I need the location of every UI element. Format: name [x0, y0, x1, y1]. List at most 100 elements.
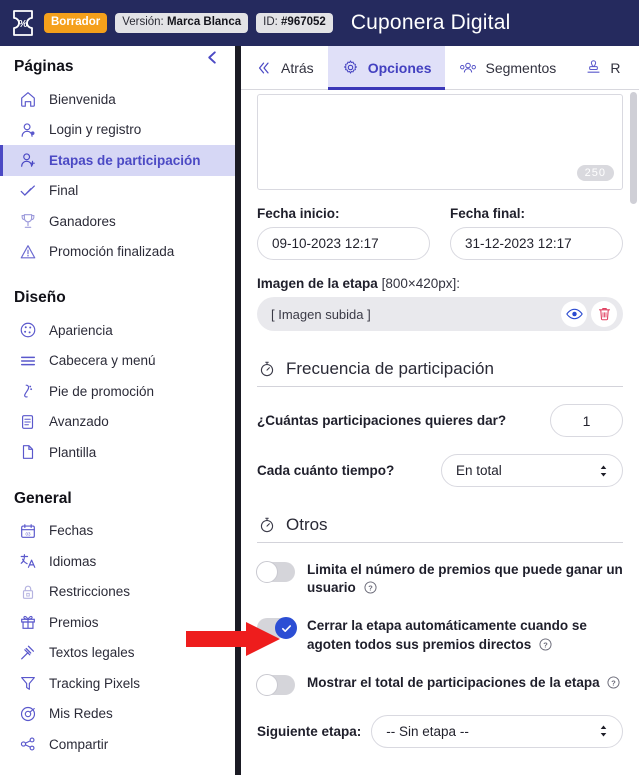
app-root: % Borrador Versión: Marca Blanca ID: #96…	[0, 0, 639, 775]
user-login-icon	[18, 120, 38, 140]
image-label-text: Imagen de la etapa	[257, 276, 378, 291]
lock-icon	[18, 582, 38, 602]
sidebar-item-ganadores[interactable]: Ganadores	[0, 206, 235, 237]
next-stage-value: -- Sin etapa --	[386, 723, 469, 739]
sidebar-item-label: Apariencia	[49, 322, 113, 338]
tab-label: Opciones	[367, 59, 432, 76]
sidebar-item-final[interactable]: Final	[0, 176, 235, 207]
character-counter: 250	[576, 165, 614, 181]
top-header-bar: % Borrador Versión: Marca Blanca ID: #96…	[0, 0, 639, 46]
sidebar-item-plantilla[interactable]: Plantilla	[0, 437, 235, 468]
user-stage-icon	[18, 150, 38, 170]
participations-count-input[interactable]: 1	[550, 404, 623, 437]
tab-atras[interactable]: Atrás	[241, 46, 328, 89]
limit-prizes-toggle[interactable]	[256, 561, 295, 583]
sidebar-item-label: Cabecera y menú	[49, 353, 156, 369]
image-dimensions-hint: [800×420px]:	[381, 276, 461, 291]
eye-icon[interactable]	[561, 301, 587, 327]
sidebar-item-mis-redes[interactable]: Mis Redes	[0, 699, 235, 730]
participations-count-label: ¿Cuántas participaciones quieres dar?	[257, 413, 507, 428]
calendar-icon: 03	[18, 521, 38, 541]
sidebar-item-etapas-de-participacion[interactable]: Etapas de participación	[0, 145, 235, 176]
sidebar-item-apariencia[interactable]: Apariencia	[0, 315, 235, 346]
limit-prizes-label: Limita el número de premios que puede ga…	[307, 561, 623, 599]
question-circle-icon[interactable]: ?	[363, 581, 377, 599]
sidebar-collapse-button[interactable]	[202, 47, 222, 67]
sidebar-group-title-general: General	[14, 489, 72, 507]
toggle-row-auto-close-stage: Cerrar la etapa automáticamente cuando s…	[257, 617, 623, 655]
svg-text:?: ?	[368, 584, 373, 593]
date-start-input[interactable]: 09-10-2023 12:17	[257, 227, 430, 260]
gear-icon	[342, 59, 360, 77]
auto-close-stage-label: Cerrar la etapa automáticamente cuando s…	[307, 617, 623, 655]
status-badge: Borrador	[44, 13, 108, 33]
sidebar-item-login-y-registro[interactable]: Login y registro	[0, 115, 235, 146]
sidebar-item-idiomas[interactable]: Idiomas	[0, 546, 235, 577]
next-stage-row: Siguiente etapa: -- Sin etapa --	[257, 714, 623, 748]
toggle-label-text: Mostrar el total de participaciones de l…	[307, 674, 600, 690]
question-circle-icon[interactable]: ?	[539, 638, 552, 656]
translate-icon	[18, 551, 38, 571]
tab-segmentos[interactable]: Segmentos	[445, 46, 570, 89]
sidebar-item-label: Idiomas	[49, 553, 97, 569]
sidebar-item-label: Compartir	[49, 736, 109, 752]
double-chevron-left-icon	[255, 59, 273, 77]
network-globe-icon	[18, 704, 38, 724]
sidebar-item-restricciones[interactable]: Restricciones	[0, 577, 235, 608]
sidebar: Páginas Bienvenida Login y registro Etap…	[0, 46, 235, 775]
question-circle-icon[interactable]: ?	[607, 676, 620, 694]
sidebar-item-label: Premios	[49, 614, 99, 630]
id-badge: ID: #967052	[256, 13, 333, 33]
frequency-period-value: En total	[456, 463, 502, 478]
sidebar-item-avanzado[interactable]: Avanzado	[0, 407, 235, 438]
sidebar-item-tracking-pixels[interactable]: Tracking Pixels	[0, 668, 235, 699]
panel-tabs: Atrás Opciones Segmentos R	[241, 46, 639, 90]
next-stage-label: Siguiente etapa:	[257, 723, 362, 739]
svg-text:?: ?	[543, 640, 548, 649]
sidebar-item-cabecera-y-menu[interactable]: Cabecera y menú	[0, 346, 235, 377]
section-title: Otros	[286, 515, 328, 534]
sidebar-item-label: Promoción finalizada	[49, 244, 175, 260]
date-fields-row: Fecha inicio: 09-10-2023 12:17 Fecha fin…	[257, 206, 623, 260]
next-stage-select[interactable]: -- Sin etapa --	[371, 714, 623, 748]
participations-count-row: ¿Cuántas participaciones quieres dar? 1	[257, 404, 623, 437]
date-start-field: Fecha inicio: 09-10-2023 12:17	[257, 206, 430, 260]
tab-label: Segmentos	[485, 59, 557, 76]
people-group-icon	[459, 59, 477, 77]
chevron-updown-icon	[599, 464, 608, 478]
sidebar-item-premios[interactable]: Premios	[0, 607, 235, 638]
tab-label: Atrás	[281, 59, 314, 76]
stopwatch-icon	[257, 360, 276, 379]
sidebar-item-label: Ganadores	[49, 213, 116, 229]
tab-opciones[interactable]: Opciones	[327, 46, 446, 90]
sidebar-item-promocion-finalizada[interactable]: Promoción finalizada	[0, 237, 235, 268]
sidebar-item-label: Restricciones	[49, 584, 131, 600]
page-icon	[18, 442, 38, 462]
id-value: #967052	[281, 16, 326, 29]
sidebar-item-label: Tracking Pixels	[49, 675, 141, 691]
toggle-row-limit-prizes: Limita el número de premios que puede ga…	[256, 561, 623, 599]
show-total-participations-toggle[interactable]	[256, 673, 295, 696]
auto-close-stage-toggle[interactable]	[257, 617, 297, 640]
sidebar-item-label: Mis Redes	[49, 706, 113, 722]
sidebar-item-textos-legales[interactable]: Textos legales	[0, 638, 235, 669]
description-textarea[interactable]: 250	[257, 94, 623, 190]
tab-registro[interactable]: R	[570, 46, 634, 89]
sidebar-item-pie-de-promocion[interactable]: Pie de promoción	[0, 376, 235, 407]
gavel-icon	[18, 643, 38, 663]
coupon-percent-icon: %	[10, 8, 36, 38]
sidebar-item-label: Login y registro	[49, 122, 142, 138]
date-end-input[interactable]: 31-12-2023 12:17	[450, 227, 623, 260]
gift-icon	[18, 612, 38, 632]
date-end-field: Fecha final: 31-12-2023 12:17	[450, 206, 623, 260]
trash-icon[interactable]	[591, 301, 617, 327]
check-icon	[18, 181, 38, 201]
sidebar-item-compartir[interactable]: Compartir	[0, 729, 235, 760]
frequency-period-select[interactable]: En total	[441, 454, 623, 487]
id-prefix: ID:	[263, 16, 278, 29]
sidebar-item-bienvenida[interactable]: Bienvenida	[0, 84, 235, 115]
sidebar-item-fechas[interactable]: 03 Fechas	[0, 516, 235, 547]
palette-icon	[18, 320, 38, 340]
sidebar-item-label: Avanzado	[49, 414, 109, 430]
frequency-period-label: Cada cuánto tiempo?	[257, 463, 395, 478]
